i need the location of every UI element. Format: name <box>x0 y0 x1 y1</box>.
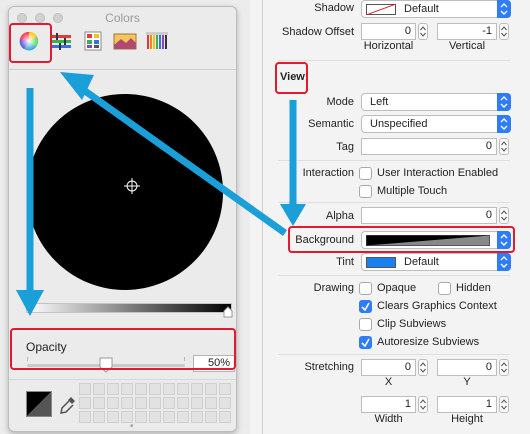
arrow-background-to-tool <box>75 83 288 236</box>
arrow-head-icon <box>280 204 306 226</box>
arrow-head-icon <box>16 290 44 316</box>
annotation-arrows <box>16 72 306 316</box>
